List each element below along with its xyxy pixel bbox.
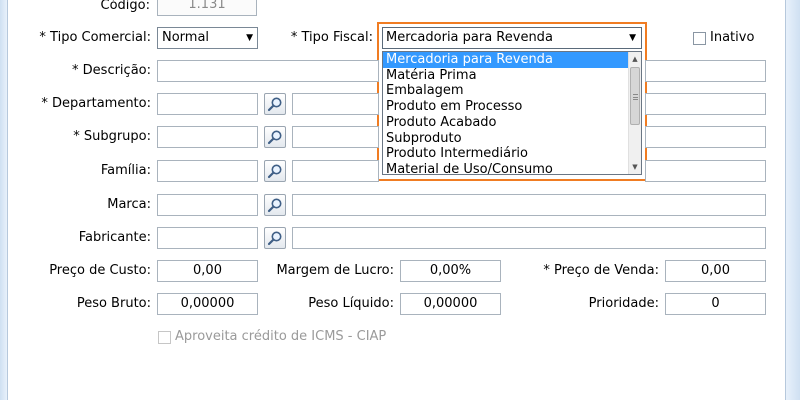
tipo-comercial-label: * Tipo Comercial: [39, 30, 151, 45]
subgrupo-label: * Subgrupo: [73, 129, 151, 144]
preco-custo-label: Preço de Custo: [49, 263, 151, 278]
magnifier-icon [267, 164, 282, 179]
tipo-fiscal-option[interactable]: Produto em Processo [383, 99, 629, 115]
fabricante-name-field[interactable] [292, 227, 766, 249]
descricao-field-left[interactable] [157, 60, 379, 82]
inativo-checkbox[interactable] [693, 32, 706, 45]
tipo-fiscal-highlight: Mercadoria para Revenda ▼ Mercadoria par… [377, 22, 647, 181]
departamento-lookup-button[interactable] [264, 93, 286, 115]
preco-venda-field[interactable]: 0,00 [665, 260, 766, 282]
preco-custo-field[interactable]: 0,00 [157, 260, 258, 282]
ciap-label: Aproveita crédito de ICMS - CIAP [175, 329, 387, 344]
departamento-name-field-left[interactable] [292, 93, 379, 115]
tipo-comercial-value: Normal [162, 30, 210, 45]
tipo-fiscal-option[interactable]: Produto Acabado [383, 115, 629, 131]
tipo-fiscal-option[interactable]: Subproduto [383, 131, 629, 147]
familia-name-field-right[interactable] [645, 160, 766, 182]
departamento-label: * Departamento: [41, 96, 151, 111]
preco-venda-label: * Preço de Venda: [543, 263, 659, 278]
scroll-thumb[interactable] [630, 67, 640, 125]
window-frame-right [785, 0, 800, 400]
familia-label: Família: [100, 163, 151, 178]
subgrupo-name-field-left[interactable] [292, 126, 379, 148]
fabricante-lookup-button[interactable] [264, 227, 286, 249]
ciap-checkbox [158, 331, 171, 344]
peso-bruto-label: Peso Bruto: [76, 296, 151, 311]
chevron-down-icon: ▼ [629, 33, 636, 43]
peso-liquido-label: Peso Líquido: [308, 296, 394, 311]
magnifier-icon [267, 130, 282, 145]
tipo-fiscal-listbox[interactable]: Mercadoria para Revenda Matéria Prima Em… [382, 51, 642, 175]
departamento-code-field[interactable] [157, 93, 258, 115]
tipo-fiscal-label: * Tipo Fiscal: [290, 30, 373, 45]
marca-label: Marca: [107, 197, 151, 212]
departamento-name-field-right[interactable] [645, 93, 766, 115]
fabricante-label: Fabricante: [78, 230, 151, 245]
codigo-field: 1.131 [157, 0, 257, 16]
tipo-fiscal-option[interactable]: Embalagem [383, 83, 629, 99]
codigo-label: Código: [100, 0, 150, 13]
descricao-field-right[interactable] [645, 60, 766, 82]
tipo-fiscal-option[interactable]: Produto Intermediário [383, 146, 629, 162]
inativo-label: Inativo [710, 30, 755, 45]
peso-bruto-field[interactable]: 0,00000 [157, 293, 258, 315]
tipo-fiscal-option[interactable]: Material de Uso/Consumo [383, 162, 629, 174]
grip-icon [633, 94, 638, 100]
familia-code-field[interactable] [157, 160, 258, 182]
descricao-label: * Descrição: [72, 63, 151, 78]
familia-name-field-left[interactable] [292, 160, 379, 182]
familia-lookup-button[interactable] [264, 160, 286, 182]
prioridade-field[interactable]: 0 [665, 293, 766, 315]
tipo-fiscal-value: Mercadoria para Revenda [386, 30, 553, 45]
scroll-up-icon[interactable]: ▲ [629, 52, 641, 66]
subgrupo-name-field-right[interactable] [645, 126, 766, 148]
tipo-fiscal-option[interactable]: Matéria Prima [383, 68, 629, 84]
margem-lucro-field[interactable]: 0,00% [400, 260, 501, 282]
scroll-down-icon[interactable]: ▼ [629, 160, 641, 174]
chevron-down-icon: ▼ [246, 33, 253, 43]
tipo-fiscal-option[interactable]: Mercadoria para Revenda [383, 52, 629, 68]
magnifier-icon [267, 231, 282, 246]
window-frame-left [0, 0, 8, 400]
tipo-comercial-select[interactable]: Normal ▼ [157, 27, 258, 49]
subgrupo-code-field[interactable] [157, 126, 258, 148]
marca-lookup-button[interactable] [264, 194, 286, 216]
marca-name-field[interactable] [292, 194, 766, 216]
magnifier-icon [267, 198, 282, 213]
prioridade-label: Prioridade: [588, 296, 659, 311]
listbox-scrollbar[interactable]: ▲ ▼ [628, 52, 641, 174]
marca-code-field[interactable] [157, 194, 258, 216]
subgrupo-lookup-button[interactable] [264, 126, 286, 148]
peso-liquido-field[interactable]: 0,00000 [400, 293, 501, 315]
fabricante-code-field[interactable] [157, 227, 258, 249]
margem-lucro-label: Margem de Lucro: [276, 263, 394, 278]
magnifier-icon [267, 97, 282, 112]
tipo-fiscal-select[interactable]: Mercadoria para Revenda ▼ [382, 27, 642, 49]
